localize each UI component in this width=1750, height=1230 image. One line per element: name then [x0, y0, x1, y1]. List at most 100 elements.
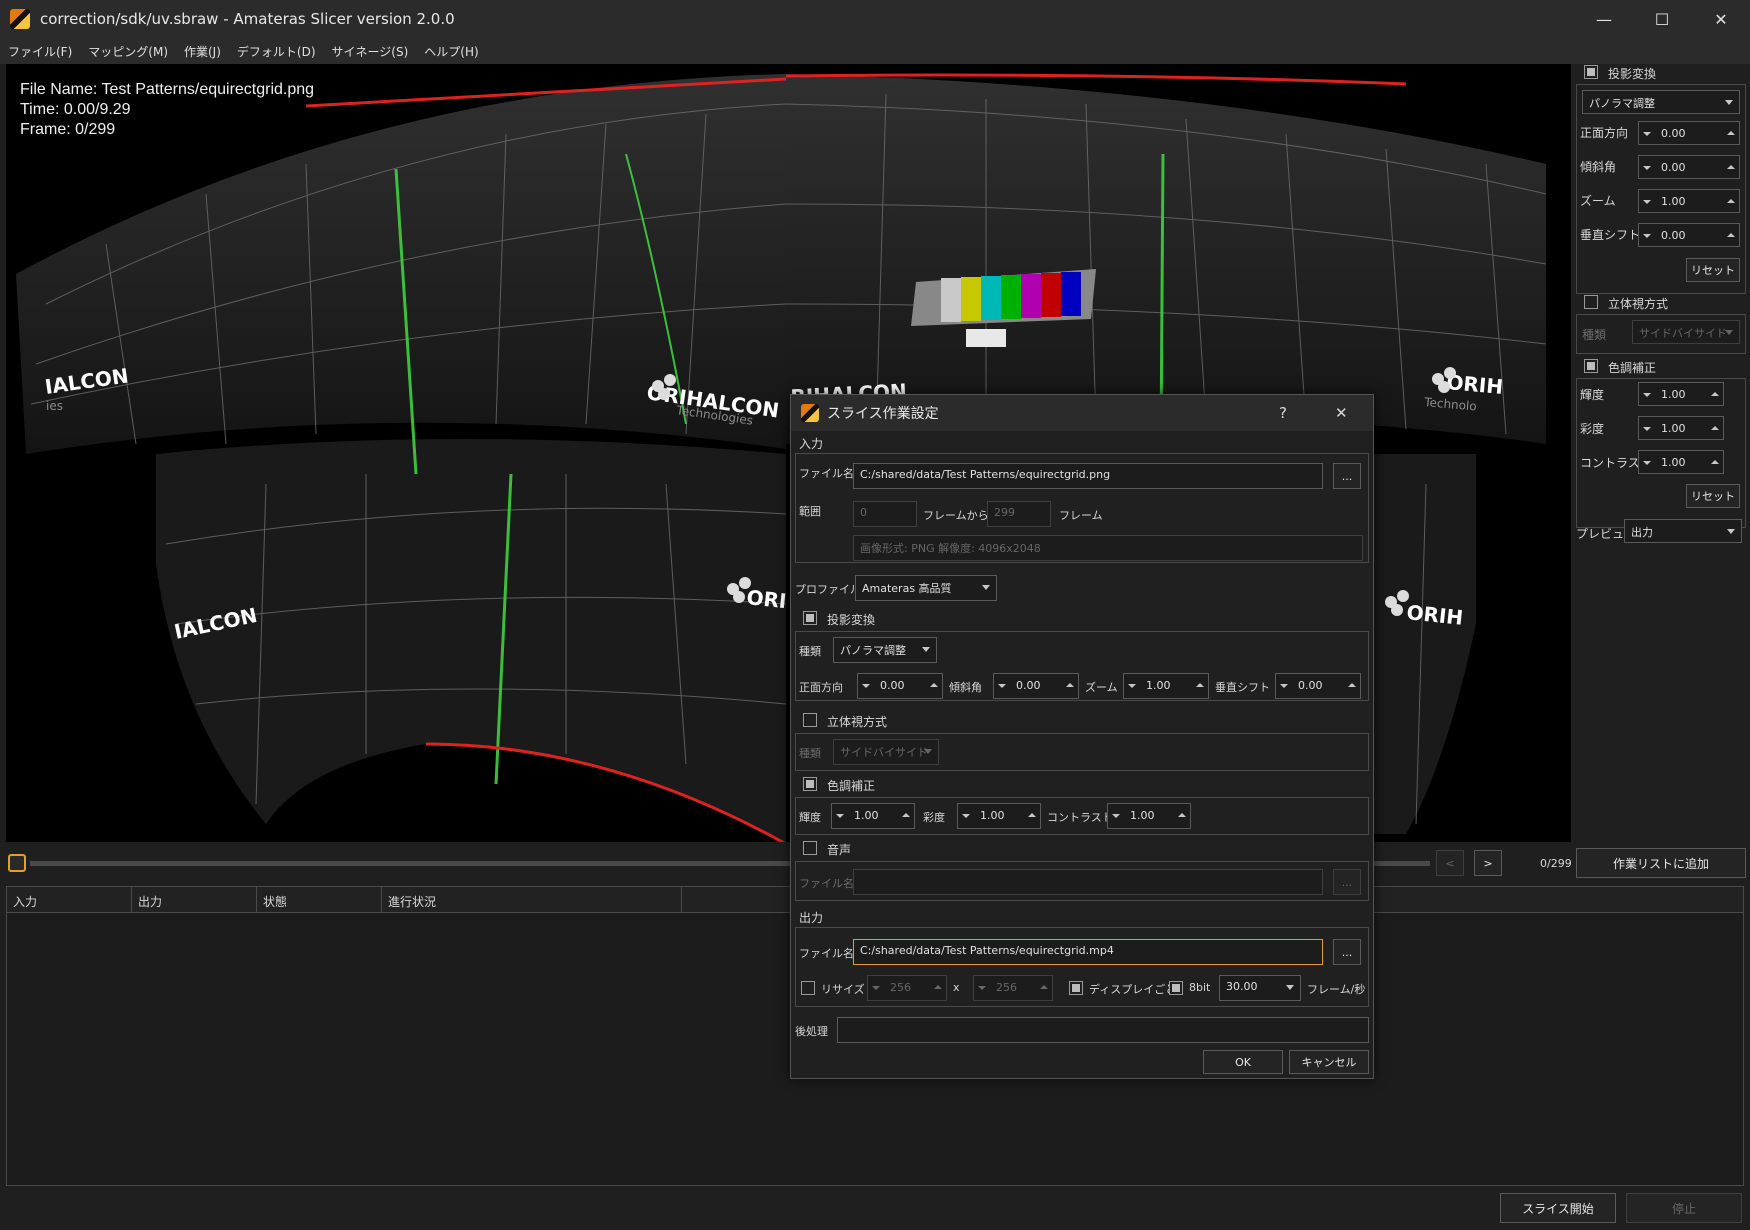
input-file-field[interactable]: C:/shared/data/Test Patterns/equirectgri…: [853, 463, 1323, 489]
preview-select[interactable]: 出力: [1624, 519, 1742, 543]
menu-default[interactable]: デフォルト(D): [237, 43, 316, 60]
fps-select[interactable]: 30.00: [1219, 975, 1301, 1001]
browse-audio-button[interactable]: ...: [1333, 869, 1361, 895]
menu-job[interactable]: 作業(J): [184, 43, 221, 60]
menu-mapping[interactable]: マッピング(M): [88, 43, 168, 60]
saturation-spinbox[interactable]: 1.00: [1638, 416, 1724, 440]
stop-button[interactable]: 停止: [1626, 1193, 1742, 1223]
format-info-field: 画像形式: PNG 解像度: 4096x2048: [853, 535, 1363, 561]
app-icon: [10, 9, 30, 29]
stereo-type-select[interactable]: サイドバイサイド: [1632, 320, 1740, 344]
arrow-down-icon: [836, 814, 844, 818]
width-spinbox[interactable]: 256: [867, 975, 947, 1001]
range-label: 範囲: [799, 505, 821, 518]
range-to-field[interactable]: 299: [987, 501, 1051, 527]
arrow-up-icon: [1040, 985, 1048, 989]
bit8-checkbox[interactable]: [1169, 981, 1183, 995]
dlg-type-label: 種類: [799, 645, 821, 658]
add-job-button[interactable]: 作業リストに追加: [1576, 848, 1746, 878]
time-text: Time: 0.00/9.29: [20, 101, 131, 118]
menu-signage[interactable]: サイネージ(S): [332, 43, 409, 60]
menu-help[interactable]: ヘルプ(H): [424, 43, 478, 60]
projection-checkbox[interactable]: [1584, 65, 1598, 79]
tilt-label: 傾斜角: [1580, 160, 1617, 174]
browse-output-button[interactable]: ...: [1333, 939, 1361, 965]
col-status[interactable]: 状態: [257, 887, 382, 912]
reset-color-button[interactable]: リセット: [1686, 484, 1740, 508]
arrow-up-icon: [930, 683, 938, 687]
arrow-down-icon: [998, 684, 1006, 688]
resize-label: リサイズ: [821, 983, 865, 996]
timeline-handle[interactable]: [8, 854, 26, 872]
zoom-spinbox[interactable]: 1.00: [1638, 189, 1740, 213]
color-checkbox[interactable]: [1584, 359, 1598, 373]
height-spinbox[interactable]: 256: [973, 975, 1053, 1001]
output-file-field[interactable]: C:/shared/data/Test Patterns/equirectgri…: [853, 939, 1323, 965]
brightness-spinbox[interactable]: 1.00: [1638, 382, 1724, 406]
dlg-tilt-spinbox[interactable]: 0.00: [993, 673, 1079, 699]
dlg-front-label: 正面方向: [799, 681, 843, 694]
dlg-projection-checkbox[interactable]: [803, 611, 817, 625]
chevron-down-icon: [1727, 529, 1735, 534]
chevron-down-icon: [1725, 330, 1733, 335]
start-slice-button[interactable]: スライス開始: [1500, 1193, 1616, 1223]
minimize-button[interactable]: —: [1575, 0, 1633, 38]
brightness-label: 輝度: [1580, 388, 1605, 402]
dialog-close-icon[interactable]: ✕: [1335, 404, 1348, 422]
audio-file-field[interactable]: [853, 869, 1323, 895]
menu-file[interactable]: ファイル(F): [8, 43, 72, 60]
dlg-color-label: 色調補正: [827, 779, 876, 793]
vshift-spinbox[interactable]: 0.00: [1638, 223, 1740, 247]
dlg-audio-checkbox[interactable]: [803, 841, 817, 855]
dlg-vshift-spinbox[interactable]: 0.00: [1275, 673, 1361, 699]
arrow-up-icon: [1727, 233, 1735, 237]
close-button[interactable]: ✕: [1692, 0, 1750, 38]
prev-frame-button[interactable]: <: [1436, 850, 1464, 876]
dialog-title: スライス作業設定: [827, 406, 939, 422]
arrow-up-icon: [1711, 460, 1719, 464]
dlg-front-spinbox[interactable]: 0.00: [857, 673, 943, 699]
front-spinbox[interactable]: 0.00: [1638, 121, 1740, 145]
arrow-down-icon: [1643, 427, 1651, 431]
stereo-label: 立体視方式: [1608, 297, 1669, 311]
output-section-label: 出力: [799, 911, 824, 925]
maximize-button[interactable]: ☐: [1633, 0, 1691, 38]
dlg-type-select[interactable]: パノラマ調整: [833, 637, 937, 663]
tilt-spinbox[interactable]: 0.00: [1638, 155, 1740, 179]
dlg-contrast-label: コントラスト: [1047, 811, 1113, 824]
next-frame-button[interactable]: >: [1474, 850, 1502, 876]
chevron-down-icon: [922, 647, 930, 652]
col-progress[interactable]: 進行状況: [382, 887, 682, 912]
browse-input-button[interactable]: ...: [1333, 463, 1361, 489]
dlg-color-checkbox[interactable]: [803, 777, 817, 791]
stereo-checkbox[interactable]: [1584, 295, 1598, 309]
dlg-audio-label: 音声: [827, 843, 852, 857]
reset-projection-button[interactable]: リセット: [1686, 258, 1740, 282]
dlg-brightness-spinbox[interactable]: 1.00: [831, 803, 915, 829]
projection-type-select[interactable]: パノラマ調整: [1582, 90, 1740, 114]
resize-checkbox[interactable]: [801, 981, 815, 995]
dlg-stereo-checkbox[interactable]: [803, 713, 817, 727]
range-from-field[interactable]: 0: [853, 501, 917, 527]
dlg-zoom-spinbox[interactable]: 1.00: [1123, 673, 1209, 699]
dlg-saturation-spinbox[interactable]: 1.00: [957, 803, 1041, 829]
ok-button[interactable]: OK: [1203, 1050, 1283, 1074]
col-output[interactable]: 出力: [132, 887, 257, 912]
cancel-button[interactable]: キャンセル: [1289, 1050, 1369, 1074]
dlg-stereo-type-select[interactable]: サイドバイサイド: [833, 739, 939, 765]
frame-label: フレーム: [1059, 509, 1103, 522]
contrast-spinbox[interactable]: 1.00: [1638, 450, 1724, 474]
dlg-zoom-label: ズーム: [1085, 681, 1118, 694]
from-label: フレームから: [923, 509, 989, 522]
dialog-app-icon: [801, 404, 819, 422]
profile-select[interactable]: Amateras 高品質: [855, 575, 997, 601]
projection-label: 投影変換: [1608, 67, 1657, 81]
help-icon[interactable]: ?: [1279, 404, 1287, 422]
size-x-label: x: [953, 981, 960, 994]
col-input[interactable]: 入力: [7, 887, 132, 912]
per-display-checkbox[interactable]: [1069, 981, 1083, 995]
per-display-label: ディスプレイごと: [1089, 983, 1177, 996]
post-process-field[interactable]: [837, 1017, 1369, 1043]
dlg-contrast-spinbox[interactable]: 1.00: [1107, 803, 1191, 829]
arrow-down-icon: [1643, 461, 1651, 465]
